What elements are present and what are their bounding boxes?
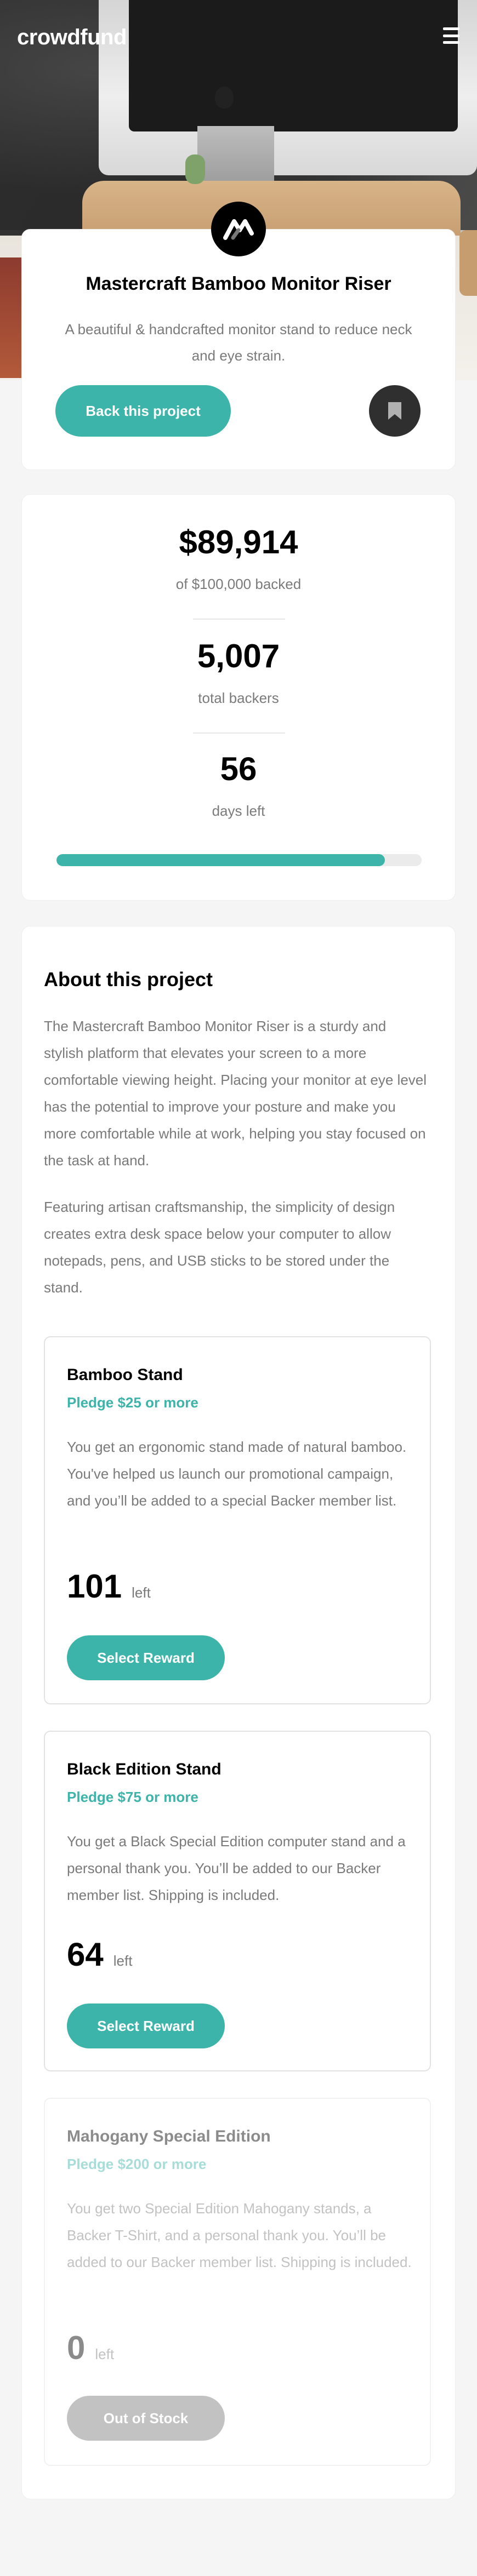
hero-figure — [185, 154, 205, 184]
hamburger-line — [443, 27, 459, 30]
about-project-card: About this project The Mastercraft Bambo… — [21, 926, 456, 2499]
hero-monitor-stand — [197, 126, 274, 189]
site-header: crowdfund — [0, 0, 477, 77]
funding-stats-card: $89,914 of $100,000 backed 5,007 total b… — [21, 494, 456, 901]
back-project-button[interactable]: Back this project — [55, 385, 231, 437]
total-backers-value: 5,007 — [197, 638, 280, 674]
total-backers-label: total backers — [198, 690, 279, 706]
reward-title: Mahogany Special Edition — [67, 2127, 271, 2145]
reward-pledge: Pledge $200 or more — [67, 2156, 207, 2172]
mastercraft-logo-mark — [223, 219, 254, 240]
hamburger-menu-icon[interactable] — [443, 27, 459, 44]
reward-title: Bamboo Stand — [67, 1366, 183, 1384]
about-title: About this project — [44, 968, 213, 991]
reward-stock-label: left — [113, 1953, 133, 1969]
reward-description: You get an ergonomic stand made of natur… — [67, 1439, 407, 1509]
hamburger-line — [443, 41, 459, 44]
stats-divider — [193, 732, 285, 734]
reward-card-bamboo-stand: Bamboo Stand Pledge $25 or more You get … — [44, 1336, 431, 1704]
about-paragraph-1: The Mastercraft Bamboo Monitor Riser is … — [44, 1018, 427, 1169]
select-reward-button[interactable]: Select Reward — [67, 1635, 225, 1680]
hamburger-line — [443, 34, 459, 37]
days-left-value: 56 — [220, 751, 257, 787]
select-reward-button[interactable]: Select Reward — [67, 2003, 225, 2048]
reward-card-mahogany-special-edition: Mahogany Special Edition Pledge $200 or … — [44, 2098, 431, 2466]
reward-title: Black Edition Stand — [67, 1760, 222, 1778]
reward-stock-label: left — [95, 2346, 115, 2362]
reward-pledge: Pledge $75 or more — [67, 1789, 198, 1805]
project-description: A beautiful & handcrafted monitor stand … — [65, 321, 412, 364]
reward-stock: 0 left — [67, 2329, 114, 2367]
reward-stock-label: left — [132, 1584, 151, 1601]
hero-cup — [459, 230, 477, 296]
mastercraft-logo-icon — [211, 202, 266, 256]
reward-stock-count: 101 — [67, 1568, 122, 1605]
reward-description: You get two Special Edition Mahogany sta… — [67, 2200, 412, 2270]
reward-stock: 101 left — [67, 1567, 151, 1605]
reward-stock-count: 64 — [67, 1936, 104, 1973]
reward-description: You get a Black Special Edition computer… — [67, 1833, 406, 1903]
stats-divider — [193, 619, 285, 620]
crowdfund-logo[interactable]: crowdfund — [17, 25, 127, 50]
reward-card-black-edition-stand: Black Edition Stand Pledge $75 or more Y… — [44, 1731, 431, 2071]
backed-label: of $100,000 backed — [175, 576, 302, 592]
apple-logo — [215, 87, 234, 108]
days-left-label: days left — [212, 803, 265, 819]
project-overview-card: Mastercraft Bamboo Monitor Riser A beaut… — [21, 229, 456, 470]
bookmark-icon — [388, 402, 401, 420]
reward-stock-count: 0 — [67, 2329, 86, 2366]
about-paragraph-2: Featuring artisan craftsmanship, the sim… — [44, 1199, 395, 1296]
bookmark-button[interactable] — [369, 385, 421, 437]
reward-stock: 64 left — [67, 1936, 132, 1973]
project-title: Mastercraft Bamboo Monitor Riser — [86, 273, 391, 294]
reward-pledge: Pledge $25 or more — [67, 1394, 198, 1411]
funding-progress-fill — [56, 854, 385, 866]
funding-progress-bar — [56, 854, 422, 866]
out-of-stock-button: Out of Stock — [67, 2396, 225, 2441]
backed-amount: $89,914 — [179, 524, 298, 560]
